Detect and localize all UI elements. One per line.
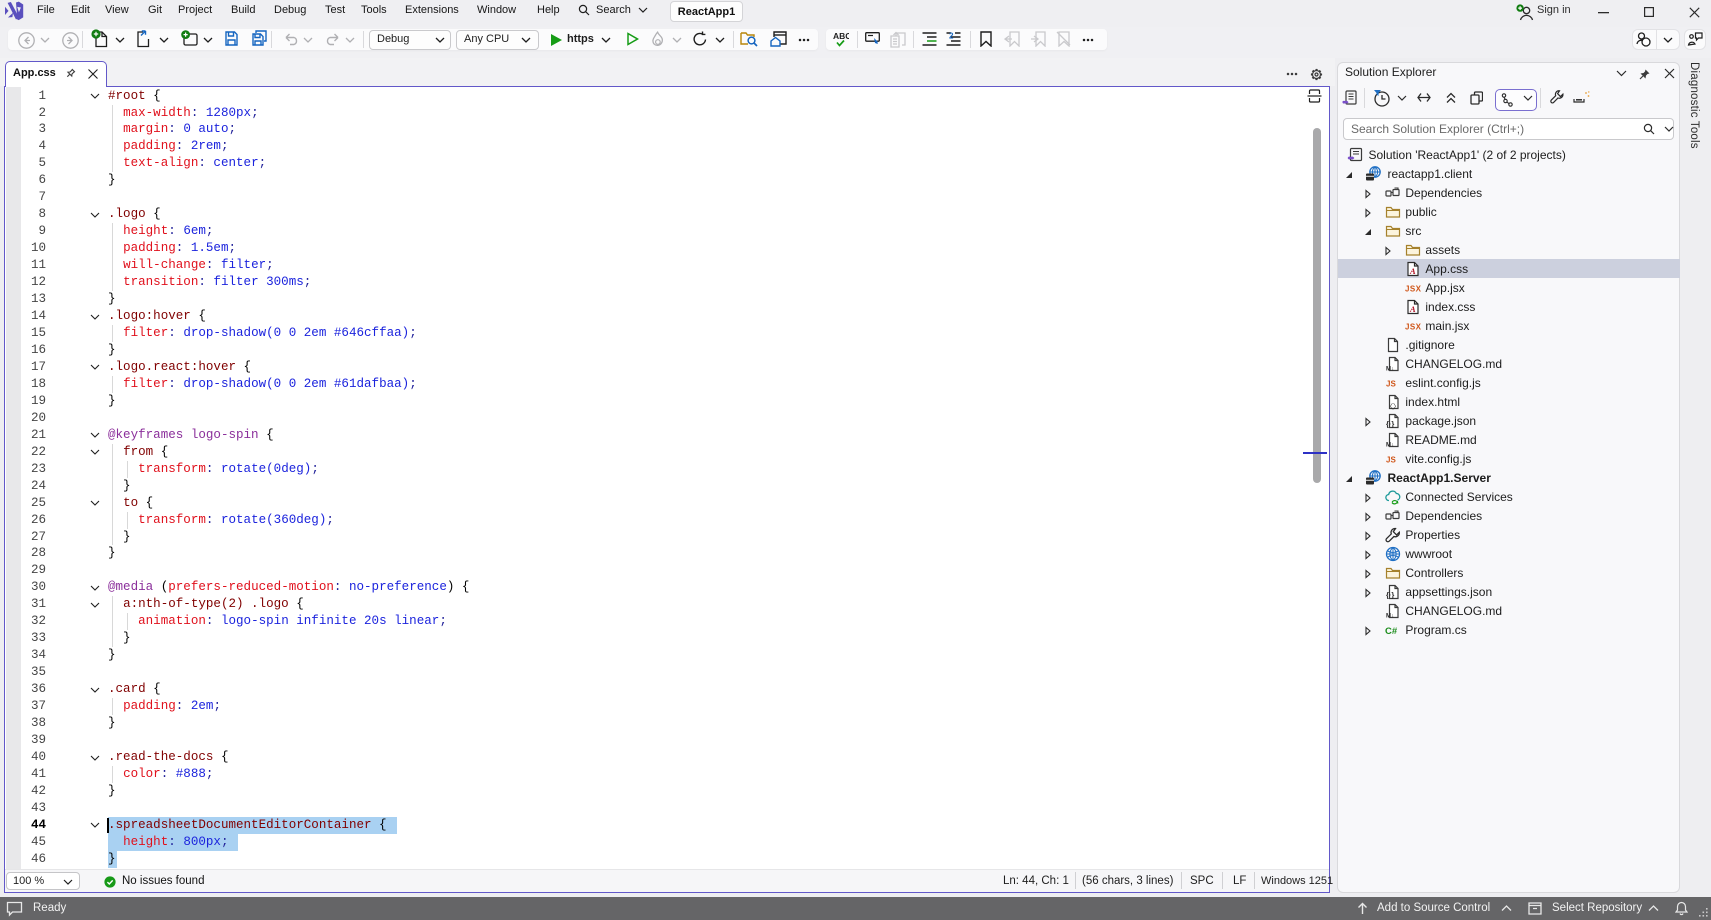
svg-text:JSX: JSX (1405, 323, 1421, 332)
svg-text:C#: C# (1385, 626, 1398, 637)
svg-text:{·}: {·} (1386, 591, 1394, 600)
svg-text:ABC: ABC (833, 31, 849, 41)
svg-text:A: A (1409, 266, 1416, 276)
svg-text:JS: JS (1386, 380, 1396, 389)
svg-text:〈〉: 〈〉 (1386, 403, 1400, 411)
svg-text:JS: JS (1386, 456, 1396, 465)
svg-text:M↓: M↓ (1386, 614, 1394, 620)
svg-text:{·}: {·} (1386, 420, 1394, 429)
svg-text:A: A (1409, 304, 1416, 314)
svg-text:M↓: M↓ (1386, 443, 1394, 449)
svg-text:2: 2 (949, 32, 954, 41)
svg-text:M↓: M↓ (1386, 367, 1394, 373)
svg-text:JSX: JSX (1405, 285, 1421, 294)
